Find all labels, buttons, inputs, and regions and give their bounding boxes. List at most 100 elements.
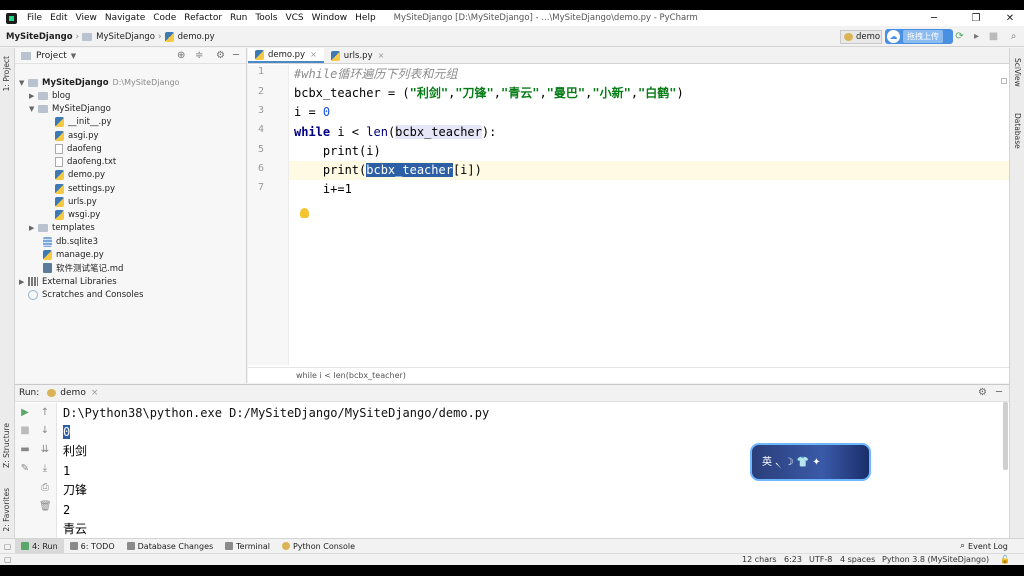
- code-line-3: i = 0: [294, 103, 330, 122]
- rerun-icon[interactable]: ▶: [19, 407, 31, 418]
- navigation-bar: MySiteDjango › MySiteDjango › demo.py de…: [0, 27, 1024, 47]
- locate-icon[interactable]: ⊕: [177, 50, 185, 61]
- gear-icon[interactable]: ⚙: [978, 387, 987, 398]
- tree-item-templates[interactable]: ▶ templates: [29, 221, 95, 234]
- project-tool-tab[interactable]: 1: Project: [2, 56, 11, 91]
- menu-refactor[interactable]: Refactor: [180, 13, 226, 23]
- tree-item-db[interactable]: db.sqlite3: [43, 235, 98, 248]
- tree-item-external-libraries[interactable]: ▶ External Libraries: [19, 275, 117, 288]
- sciview-tool-tab[interactable]: SciView: [1013, 58, 1022, 87]
- tree-item-manage[interactable]: manage.py: [43, 248, 104, 261]
- close-icon[interactable]: ×: [310, 50, 317, 59]
- up-icon[interactable]: ↑: [39, 407, 51, 418]
- text-file-icon: [55, 156, 63, 167]
- tool-tab-terminal[interactable]: Terminal: [219, 539, 276, 554]
- maximize-button[interactable]: ❐: [958, 10, 994, 26]
- breadcrumb-package-label: MySiteDjango: [96, 31, 155, 42]
- menu-view[interactable]: View: [72, 13, 101, 23]
- status-interpreter[interactable]: Python 3.8 (MySiteDjango): [882, 555, 989, 564]
- tree-item-notes-md[interactable]: 软件测试笔记.md: [43, 261, 123, 274]
- breadcrumb-file[interactable]: demo.py: [164, 31, 215, 42]
- tool-tab-python-console[interactable]: Python Console: [276, 539, 361, 554]
- tab-urls-py[interactable]: urls.py ×: [324, 48, 392, 63]
- status-caret-position[interactable]: 6:23: [784, 555, 802, 564]
- run-tab-demo[interactable]: demo: [60, 388, 86, 398]
- menu-file[interactable]: File: [23, 13, 46, 23]
- minimize-button[interactable]: ─: [916, 10, 952, 26]
- toggle-tool-windows-icon[interactable]: ▢: [0, 542, 15, 551]
- tree-item-daofeng-txt[interactable]: daofeng.txt: [55, 155, 116, 168]
- menu-window[interactable]: Window: [308, 13, 352, 23]
- tree-item-wsgi[interactable]: wsgi.py: [55, 208, 100, 221]
- tree-item-settings[interactable]: settings.py: [55, 182, 115, 195]
- structure-tool-tab[interactable]: Z: Structure: [2, 423, 11, 468]
- hide-panel-icon[interactable]: ─: [996, 387, 1002, 398]
- status-layout-icon[interactable]: ▢: [4, 555, 12, 564]
- hide-panel-icon[interactable]: ─: [233, 50, 239, 61]
- menu-code[interactable]: Code: [149, 13, 180, 23]
- python-file-icon: [55, 209, 64, 220]
- breadcrumb-project[interactable]: MySiteDjango: [6, 32, 73, 42]
- tree-item-mysitedjango[interactable]: ▼ MySiteDjango: [29, 102, 111, 115]
- tree-item-daofeng[interactable]: daofeng: [55, 142, 102, 155]
- project-panel-title[interactable]: Project: [36, 51, 67, 61]
- todo-icon: [69, 542, 78, 550]
- chevron-down-icon[interactable]: ▼: [71, 52, 76, 60]
- menu-help[interactable]: Help: [351, 13, 380, 23]
- code-area[interactable]: #while循环遍历下列表和元组 bcbx_teacher = ("利剑","刀…: [289, 65, 1009, 365]
- search-everywhere-icon[interactable]: ⌕: [1008, 31, 1019, 42]
- scroll-to-end-icon[interactable]: ⤓: [39, 463, 51, 474]
- tool-tab-database-changes[interactable]: Database Changes: [121, 539, 220, 554]
- profile-icon[interactable]: ▸: [971, 31, 982, 42]
- soft-wrap-icon[interactable]: ⇊: [39, 444, 51, 455]
- menu-tools[interactable]: Tools: [251, 13, 281, 23]
- database-file-icon: [43, 236, 52, 247]
- database-tool-tab[interactable]: Database: [1013, 113, 1022, 149]
- collapse-all-icon[interactable]: ≑: [195, 50, 203, 61]
- tree-item-label: 软件测试笔记.md: [56, 263, 124, 274]
- tree-item-asgi[interactable]: asgi.py: [55, 129, 99, 142]
- run-debug-icon[interactable]: ⟳: [954, 31, 965, 42]
- trash-icon[interactable]: 🗑: [39, 501, 52, 512]
- python-file-icon: [43, 249, 52, 260]
- close-icon[interactable]: ×: [91, 388, 99, 398]
- inspection-widget-icon[interactable]: [1001, 78, 1007, 84]
- favorites-tool-tab[interactable]: 2: Favorites: [2, 488, 11, 532]
- tab-demo-py[interactable]: demo.py ×: [248, 48, 324, 63]
- status-bar: ▢ 12 chars 6:23 UTF-8 4 spaces Python 3.…: [0, 553, 1024, 565]
- tool-tab-run[interactable]: 4: Run: [15, 538, 64, 554]
- tree-item-demo[interactable]: demo.py: [55, 168, 105, 181]
- tree-item-urls[interactable]: urls.py: [55, 195, 97, 208]
- close-window-button[interactable]: ✕: [992, 10, 1024, 26]
- stop-icon[interactable]: ■: [19, 425, 31, 436]
- lock-icon[interactable]: 🔓: [1000, 555, 1010, 564]
- code-number: 0: [322, 105, 331, 119]
- pin-icon[interactable]: ✎: [19, 463, 31, 474]
- menu-navigate[interactable]: Navigate: [101, 13, 149, 23]
- editor-breadcrumb[interactable]: while i < len(bcbx_teacher): [248, 367, 1009, 383]
- breadcrumb-project-label: MySiteDjango: [6, 31, 73, 42]
- tree-item-blog[interactable]: ▶ blog: [29, 89, 70, 102]
- tool-tab-todo[interactable]: 6: TODO: [64, 539, 121, 554]
- status-indent[interactable]: 4 spaces: [840, 555, 875, 564]
- close-icon[interactable]: ×: [378, 51, 385, 60]
- menu-vcs[interactable]: VCS: [281, 13, 307, 23]
- layout-icon[interactable]: ▬: [19, 444, 31, 455]
- tree-item-scratches[interactable]: Scratches and Consoles: [28, 288, 143, 301]
- down-icon[interactable]: ↓: [39, 425, 51, 436]
- tree-item-project-root[interactable]: ▼ MySiteDjango D:\MySiteDjango: [19, 76, 179, 89]
- ime-toolbar[interactable]: 英 ৲ ☽ 👕 ✦: [750, 443, 871, 481]
- print-icon[interactable]: ⎙: [39, 482, 51, 493]
- menu-run[interactable]: Run: [226, 13, 251, 23]
- tree-item-init[interactable]: __init__.py: [55, 115, 112, 128]
- stop-icon[interactable]: ■: [988, 31, 999, 42]
- run-config-select[interactable]: demo: [840, 30, 882, 44]
- breadcrumb-package[interactable]: MySiteDjango: [82, 32, 155, 42]
- tool-tab-event-log[interactable]: ⌕ Event Log: [954, 539, 1014, 554]
- menu-edit[interactable]: Edit: [46, 13, 71, 23]
- gear-icon[interactable]: ⚙: [216, 50, 225, 61]
- cloud-upload-button[interactable]: ☁ 拖拽上传: [885, 29, 953, 44]
- console-scrollbar[interactable]: [1003, 402, 1008, 470]
- status-encoding[interactable]: UTF-8: [809, 555, 832, 564]
- tree-item-label: settings.py: [68, 183, 116, 194]
